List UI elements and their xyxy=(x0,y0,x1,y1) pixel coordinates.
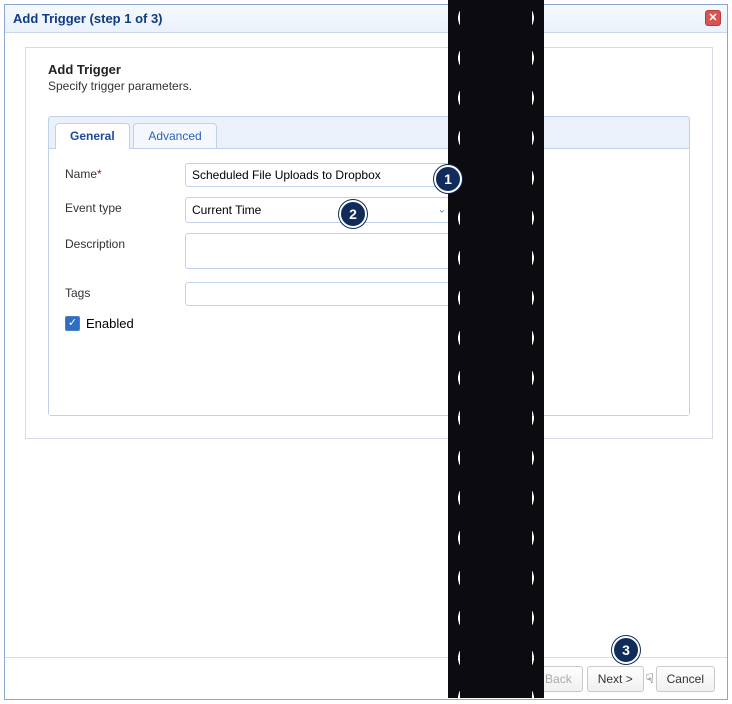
window-title: Add Trigger (step 1 of 3) xyxy=(13,11,163,26)
event-type-value: Current Time xyxy=(192,203,261,217)
wizard-panel: Add Trigger Specify trigger parameters. … xyxy=(25,47,713,439)
enabled-label: Enabled xyxy=(86,316,134,331)
tab-body-general: Name* Event type Current Time ⌄ ? xyxy=(49,149,689,415)
enabled-checkbox[interactable]: ✓ xyxy=(65,316,80,331)
callout-1: 1 xyxy=(434,165,462,193)
required-marker: * xyxy=(97,167,102,181)
torn-overlay xyxy=(460,0,532,698)
cancel-button[interactable]: Cancel xyxy=(656,666,715,692)
tab-panel: General Advanced Name* Event type xyxy=(48,116,690,416)
tags-label: Tags xyxy=(65,282,185,300)
tab-label: Advanced xyxy=(148,129,201,143)
tab-strip: General Advanced xyxy=(49,117,689,149)
tab-advanced[interactable]: Advanced xyxy=(133,123,216,148)
page-subtitle: Specify trigger parameters. xyxy=(48,79,690,93)
event-type-select[interactable]: Current Time ⌄ xyxy=(185,197,453,223)
next-button[interactable]: Next > xyxy=(587,666,644,692)
wizard-footer: < Back Next > ☟ Cancel xyxy=(5,657,727,699)
row-enabled: ✓ Enabled xyxy=(65,316,673,331)
tab-label: General xyxy=(70,129,115,143)
row-name: Name* xyxy=(65,163,673,187)
close-icon[interactable]: ✕ xyxy=(705,10,721,26)
row-event-type: Event type Current Time ⌄ ? xyxy=(65,197,673,223)
tags-input[interactable] xyxy=(185,282,475,306)
description-input[interactable] xyxy=(185,233,475,269)
row-description: Description xyxy=(65,233,673,272)
name-input[interactable] xyxy=(185,163,475,187)
name-label: Name* xyxy=(65,163,185,181)
description-label: Description xyxy=(65,233,185,251)
tab-general[interactable]: General xyxy=(55,123,130,148)
cursor-icon: ☟ xyxy=(646,671,654,687)
chevron-down-icon: ⌄ xyxy=(438,205,446,216)
titlebar: Add Trigger (step 1 of 3) ✕ xyxy=(5,5,727,33)
dialog-window: Add Trigger (step 1 of 3) ✕ Add Trigger … xyxy=(4,4,728,700)
callout-2: 2 xyxy=(339,200,367,228)
page-title: Add Trigger xyxy=(48,62,690,77)
row-tags: Tags xyxy=(65,282,673,306)
wizard-heading: Add Trigger Specify trigger parameters. xyxy=(26,48,712,97)
callout-3: 3 xyxy=(612,636,640,664)
event-type-label: Event type xyxy=(65,197,185,215)
